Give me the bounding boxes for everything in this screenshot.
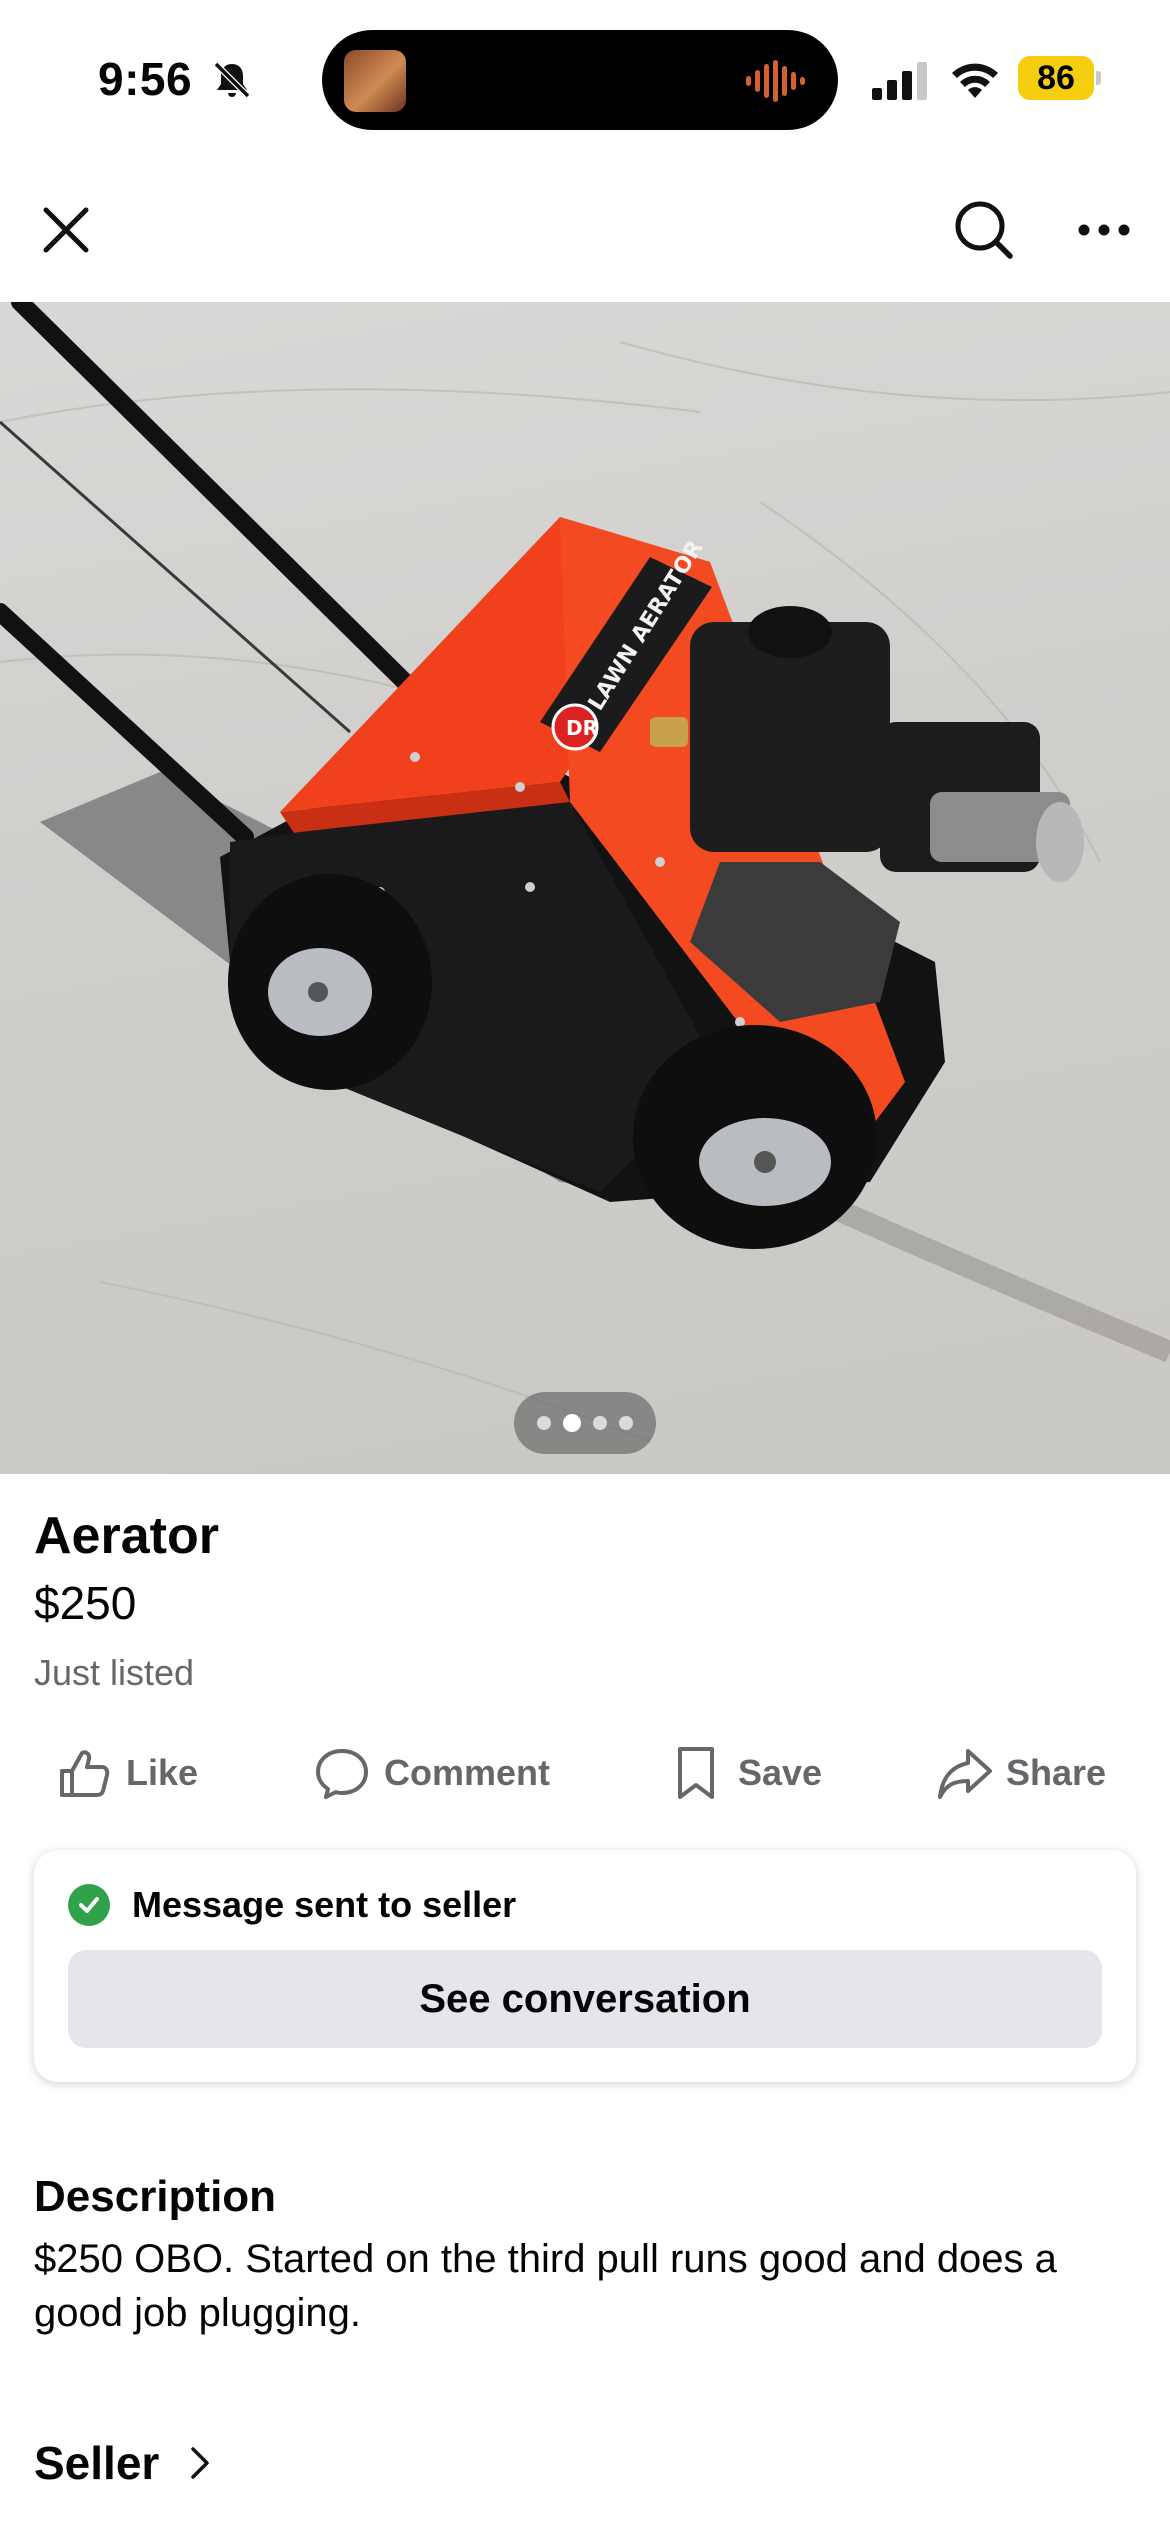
status-time: 9:56: [98, 53, 193, 105]
comment-button[interactable]: Comment: [314, 1736, 550, 1810]
more-icon: [1078, 224, 1130, 236]
photo-pagination[interactable]: [514, 1392, 656, 1454]
listing-time: Just listed: [34, 1652, 195, 1693]
share-label: Share: [1006, 1752, 1107, 1793]
description-heading: Description: [34, 2172, 277, 2221]
cellular-signal-icon: [872, 62, 927, 100]
like-button[interactable]: Like: [56, 1736, 198, 1810]
comment-icon: [316, 1749, 368, 1799]
save-button[interactable]: Save: [668, 1736, 822, 1810]
now-playing-thumbnail: [344, 50, 406, 112]
save-icon: [678, 1747, 714, 1799]
bell-slash-icon: [213, 61, 251, 99]
pagination-dot: [537, 1416, 551, 1430]
like-label: Like: [126, 1752, 199, 1793]
audio-wave-icon: [746, 60, 805, 102]
listing-price: $250: [34, 1577, 137, 1629]
battery-cap: [1096, 71, 1101, 85]
listing-photo[interactable]: DR LAWN AERATOR: [0, 302, 1170, 1474]
close-icon: [43, 207, 89, 253]
pagination-dot-active: [563, 1414, 581, 1432]
wifi-icon: [952, 63, 998, 98]
message-sent-card: Message sent to seller See conversation: [34, 1850, 1136, 2082]
more-options-button[interactable]: [1072, 198, 1136, 262]
comment-label: Comment: [384, 1752, 551, 1793]
message-status-row: Message sent to seller: [68, 1884, 516, 1926]
dynamic-island: [322, 30, 838, 130]
message-status-text: Message sent to seller: [132, 1884, 517, 1925]
seller-section-link[interactable]: Seller: [34, 2436, 211, 2490]
pagination-dot: [593, 1416, 607, 1430]
check-circle-icon: [68, 1884, 110, 1926]
description-text: $250 OBO. Started on the third pull runs…: [34, 2237, 1057, 2335]
brand-logo: DR: [566, 716, 598, 740]
search-icon: [955, 201, 1013, 259]
chevron-right-icon: [191, 2447, 210, 2479]
close-button[interactable]: [34, 198, 98, 262]
see-conversation-button[interactable]: See conversation: [68, 1950, 1102, 2048]
top-nav: [0, 150, 1170, 302]
status-bar: 9:56 86: [0, 0, 1170, 150]
listing-title: Aerator: [34, 1507, 219, 1565]
battery-indicator: 86: [1018, 56, 1102, 100]
search-button[interactable]: [952, 198, 1016, 262]
like-icon: [60, 1750, 110, 1797]
share-button[interactable]: Share: [936, 1736, 1106, 1810]
aerator-illustration: DR LAWN AERATOR: [0, 302, 1170, 1443]
battery-level: 86: [1018, 56, 1094, 100]
action-bar: Like Comment Save Share: [0, 1736, 1170, 1810]
save-label: Save: [738, 1752, 823, 1793]
share-icon: [938, 1749, 992, 1799]
seller-heading: Seller: [34, 2437, 160, 2489]
pagination-dot: [619, 1416, 633, 1430]
